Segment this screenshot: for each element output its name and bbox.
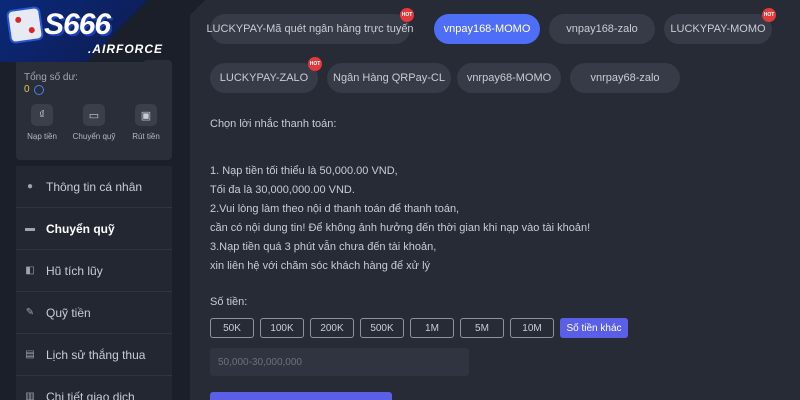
payment-luckypay-bank[interactable]: LUCKYPAY-Mã quét ngân hàng trực tuyến HO…: [206, 8, 414, 44]
sidebar-item-history[interactable]: ▤ Lịch sử thắng thua: [16, 334, 172, 376]
balance-card: Tổng số dư: 0 ₫ Nạp tiền ▭ Chuyển quỹ ▣ …: [16, 60, 172, 160]
sidebar-item-label: Chuyển quỹ: [46, 221, 115, 236]
note-line: Tối đa là 30,000,000.00 VND.: [210, 184, 355, 196]
amount-label: Số tiền:: [210, 296, 248, 308]
fund-icon: ✎: [25, 307, 35, 318]
sidebar-item-transactions[interactable]: ▥ Chi tiết giao dịch: [16, 376, 172, 400]
note-line: 1. Nạp tiền tối thiểu là 50,000.00 VND,: [210, 165, 398, 177]
submit-button[interactable]: [210, 392, 392, 400]
hot-badge: HOT: [308, 57, 322, 71]
payment-label: vnpay168-MOMO: [443, 23, 531, 35]
payment-vnpay168-momo[interactable]: vnpay168-MOMO: [434, 14, 540, 44]
payment-luckypay-momo[interactable]: LUCKYPAY-MOMO HOT: [664, 8, 776, 44]
payment-label: vnpay168-zalo: [566, 23, 638, 35]
withdraw-icon: ▣: [135, 104, 157, 126]
transfer-button[interactable]: ▭ Chuyển quỹ: [70, 104, 118, 141]
brand-logo[interactable]: S666 .AIRFORCE: [0, 0, 205, 62]
sidebar-item-profile[interactable]: ● Thông tin cá nhân: [16, 166, 172, 208]
balance-amount: 0: [24, 84, 30, 95]
main-panel: LUCKYPAY-Mã quét ngân hàng trực tuyến HO…: [190, 0, 800, 400]
sidebar-item-label: Chi tiết giao dịch: [46, 389, 135, 400]
reminder-title: Chọn lời nhắc thanh toán:: [210, 118, 337, 130]
quick-actions: ₫ Nạp tiền ▭ Chuyển quỹ ▣ Rút tiền: [16, 104, 172, 141]
sidebar-item-transfer[interactable]: ▬ Chuyển quỹ: [16, 208, 172, 250]
payment-label: vnrpay68-zalo: [590, 72, 660, 84]
note-line: 3.Nạp tiền quá 3 phút vẫn chưa đến tài k…: [210, 241, 437, 253]
sidebar-menu: ● Thông tin cá nhân ▬ Chuyển quỹ ◧ Hũ tí…: [16, 166, 172, 400]
balance-label: Tổng số dư:: [24, 72, 78, 83]
amount-option-5m[interactable]: 5M: [460, 318, 504, 338]
note-line: xin liên hệ với chăm sóc khách hàng để x…: [210, 260, 431, 272]
wallet-icon: ▭: [83, 104, 105, 126]
wallet-icon: ▬: [25, 223, 35, 234]
payment-vnrpay68-momo[interactable]: vnrpay68-MOMO: [457, 63, 561, 93]
payment-qrpay-cl[interactable]: Ngân Hàng QRPay-CL: [327, 63, 451, 93]
sidebar-item-fund[interactable]: ✎ Quỹ tiền: [16, 292, 172, 334]
amount-option-10m[interactable]: 10M: [510, 318, 554, 338]
transactions-icon: ▥: [25, 391, 35, 400]
sidebar-item-label: Lịch sử thắng thua: [46, 347, 146, 362]
amount-option-custom[interactable]: Số tiền khác: [560, 318, 628, 338]
sidebar-item-label: Quỹ tiền: [46, 305, 91, 320]
history-icon: ▤: [25, 349, 35, 360]
sidebar-item-savings[interactable]: ◧ Hũ tích lũy: [16, 250, 172, 292]
payment-label: LUCKYPAY-MOMO: [670, 23, 766, 35]
payment-vnpay168-zalo[interactable]: vnpay168-zalo: [549, 14, 655, 44]
amount-input[interactable]: [210, 348, 469, 376]
amount-option-200k[interactable]: 200K: [310, 318, 354, 338]
payment-label: LUCKYPAY-ZALO: [219, 72, 309, 84]
payment-label: Ngân Hàng QRPay-CL: [333, 72, 445, 84]
qa-label: Nạp tiền: [27, 132, 57, 141]
withdraw-button[interactable]: ▣ Rút tiền: [122, 104, 170, 141]
hot-badge: HOT: [762, 8, 776, 22]
user-icon: ●: [26, 181, 34, 192]
sidebar-item-label: Hũ tích lũy: [46, 263, 103, 278]
amount-option-100k[interactable]: 100K: [260, 318, 304, 338]
qa-label: Rút tiền: [132, 132, 160, 141]
qa-label: Chuyển quỹ: [72, 132, 116, 141]
deposit-button[interactable]: ₫ Nạp tiền: [18, 104, 66, 141]
payment-notes: 1. Nạp tiền tối thiểu là 50,000.00 VND, …: [210, 162, 590, 276]
note-line: 2.Vui lòng làm theo nội d thanh toán để …: [210, 203, 460, 215]
payment-vnrpay68-zalo[interactable]: vnrpay68-zalo: [570, 63, 680, 93]
amount-option-50k[interactable]: 50K: [210, 318, 254, 338]
payment-label: vnrpay68-MOMO: [466, 72, 552, 84]
logo-text: S666: [44, 8, 111, 41]
payment-label: LUCKYPAY-Mã quét ngân hàng trực tuyến: [206, 23, 414, 35]
savings-icon: ◧: [25, 265, 35, 276]
hot-badge: HOT: [400, 8, 414, 22]
amount-option-1m[interactable]: 1M: [410, 318, 454, 338]
deposit-icon: ₫: [31, 104, 53, 126]
refresh-icon[interactable]: [33, 84, 44, 95]
balance-value: 0: [24, 84, 44, 95]
logo-subtext: .AIRFORCE: [88, 42, 163, 56]
dice-icon: [5, 5, 45, 45]
sidebar-item-label: Thông tin cá nhân: [46, 179, 143, 194]
note-line: cần có nội dung tin! Để không ảnh hưởng …: [210, 222, 591, 234]
payment-luckypay-zalo[interactable]: LUCKYPAY-ZALO HOT: [210, 57, 322, 93]
amount-option-500k[interactable]: 500K: [360, 318, 404, 338]
